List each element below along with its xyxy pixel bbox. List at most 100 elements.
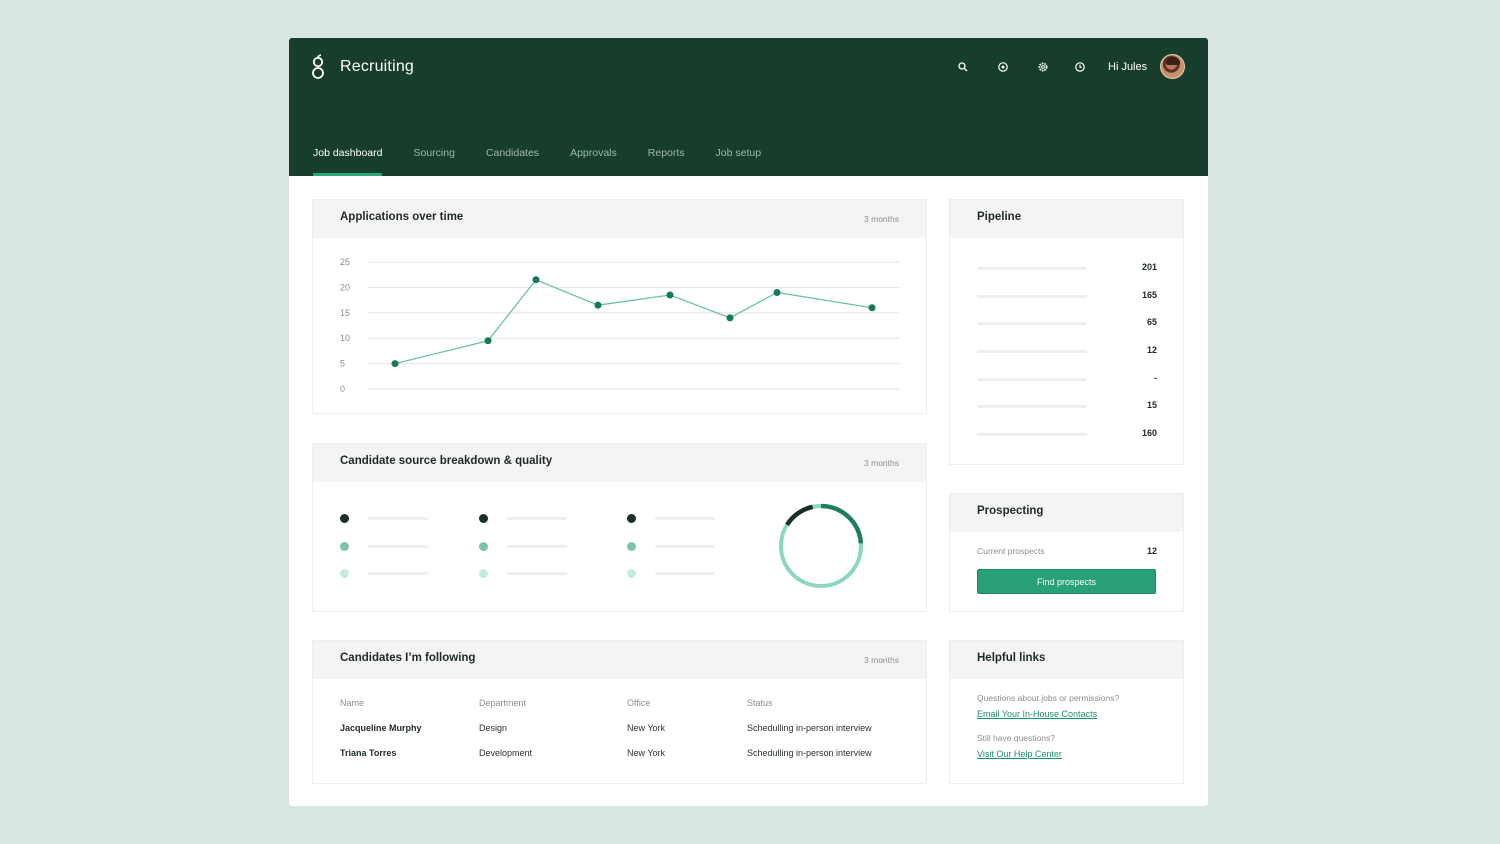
source-title: Candidate source breakdown & quality — [340, 455, 553, 467]
source-legend-dot — [627, 569, 636, 578]
source-legend-dot — [627, 514, 636, 523]
pipeline-bar — [977, 378, 1087, 381]
data-point[interactable] — [726, 314, 734, 322]
greenhouse-logo-icon — [312, 54, 324, 79]
candidate-status: Schedulling in-person interview — [747, 723, 872, 733]
clock-icon[interactable] — [1074, 61, 1086, 73]
source-legend-bar — [507, 572, 567, 575]
applications-range[interactable]: 3 months — [864, 214, 899, 224]
pipeline-value: 65 — [1146, 317, 1157, 327]
top-header: Recruiting Hi Jules Job dashboard Sourci… — [289, 38, 1208, 176]
candidate-status: Schedulling in-person interview — [747, 748, 872, 758]
source-legend-bar — [655, 545, 715, 548]
pipeline-card-header: Pipeline — [950, 200, 1183, 238]
y-tick-label: 20 — [340, 282, 350, 292]
pipeline-bar — [977, 350, 1087, 353]
following-range[interactable]: 3 months — [864, 655, 899, 665]
pipeline-value: - — [1154, 373, 1157, 383]
email-contacts-link[interactable]: Email Your In-House Contacts — [977, 709, 1097, 719]
data-point[interactable] — [868, 304, 876, 312]
candidate-office: New York — [627, 748, 666, 758]
help-center-link[interactable]: Visit Our Help Center — [977, 749, 1062, 759]
pipeline-value: 15 — [1146, 400, 1157, 410]
gear-icon[interactable] — [1037, 61, 1049, 73]
source-legend-dot — [479, 542, 488, 551]
column-header-department: Department — [479, 698, 527, 708]
helpful-links-card: Helpful links Questions about jobs or pe… — [949, 640, 1184, 784]
source-legend-dot — [340, 514, 349, 523]
data-point[interactable] — [532, 276, 540, 284]
source-legend-bar — [655, 572, 715, 575]
y-tick-label: 10 — [340, 333, 350, 343]
candidate-name-link[interactable]: Triana Torres — [340, 748, 396, 758]
app-title: Recruiting — [340, 58, 415, 75]
column-header-status: Status — [747, 698, 773, 708]
source-legend-bar — [368, 572, 428, 575]
source-card-header: Candidate source breakdown & quality 3 m… — [313, 444, 926, 482]
current-prospects-label: Current prospects — [977, 546, 1045, 556]
data-point[interactable] — [773, 288, 781, 296]
data-point[interactable] — [391, 360, 399, 368]
source-legend-bar — [368, 517, 428, 520]
pipeline-bar — [977, 405, 1087, 408]
applications-line-chart: 25 20 15 10 5 0 — [340, 257, 900, 394]
tab-candidates[interactable]: Candidates — [486, 143, 539, 176]
tab-sourcing[interactable]: Sourcing — [413, 143, 454, 176]
following-card: Candidates I’m following 3 months Name D… — [312, 640, 927, 784]
source-legend-dot — [340, 542, 349, 551]
prospecting-card-header: Prospecting — [950, 494, 1183, 532]
pipeline-bar — [977, 322, 1087, 325]
user-avatar[interactable] — [1160, 54, 1185, 79]
source-legend-dot — [479, 569, 488, 578]
tab-job-dashboard[interactable]: Job dashboard — [313, 143, 383, 176]
prospecting-title: Prospecting — [977, 505, 1044, 517]
pipeline-bar — [977, 433, 1087, 436]
pipeline-card: Pipeline 201 165 65 12 - 15 160 — [949, 199, 1184, 465]
applications-title: Applications over time — [340, 211, 464, 223]
tab-approvals[interactable]: Approvals — [570, 143, 617, 176]
target-icon[interactable] — [997, 61, 1009, 73]
pipeline-value: 12 — [1146, 345, 1157, 355]
data-point[interactable] — [666, 291, 674, 299]
pipeline-value: 165 — [1141, 290, 1157, 300]
y-tick-label: 15 — [340, 308, 350, 318]
pipeline-bar — [977, 295, 1087, 298]
app-window: Recruiting Hi Jules Job dashboard Sourci… — [289, 38, 1208, 806]
help-question-more: Still have questions? — [977, 733, 1055, 743]
search-icon[interactable] — [957, 61, 969, 73]
y-tick-label: 5 — [340, 359, 345, 369]
helpful-card-header: Helpful links — [950, 641, 1183, 679]
source-legend-dot — [340, 569, 349, 578]
data-point[interactable] — [594, 301, 602, 309]
source-legend-bar — [368, 545, 428, 548]
source-donut-chart — [778, 503, 864, 589]
find-prospects-button[interactable]: Find prospects — [977, 569, 1156, 594]
series-line — [394, 278, 873, 365]
help-question-permissions: Questions about jobs or permissions? — [977, 693, 1120, 703]
following-card-header: Candidates I’m following 3 months — [313, 641, 926, 679]
data-point[interactable] — [484, 337, 492, 345]
pipeline-title: Pipeline — [977, 211, 1022, 223]
pipeline-value: 201 — [1141, 262, 1157, 272]
source-legend-bar — [655, 517, 715, 520]
source-legend-bar — [507, 545, 567, 548]
pipeline-value: 160 — [1141, 428, 1157, 438]
source-legend-dot — [479, 514, 488, 523]
source-range[interactable]: 3 months — [864, 458, 899, 468]
source-breakdown-card: Candidate source breakdown & quality 3 m… — [312, 443, 927, 612]
tab-job-setup[interactable]: Job setup — [716, 143, 762, 176]
applications-card-header: Applications over time 3 months — [313, 200, 926, 238]
y-tick-label: 25 — [340, 257, 350, 267]
candidate-department: Design — [479, 723, 508, 733]
source-legend-bar — [507, 517, 567, 520]
main-tabs: Job dashboard Sourcing Candidates Approv… — [313, 143, 792, 176]
helpful-title: Helpful links — [977, 652, 1046, 664]
candidate-name-link[interactable]: Jacqueline Murphy — [340, 723, 422, 733]
y-tick-label: 0 — [340, 384, 345, 394]
applications-card: Applications over time 3 months 25 20 15 10… — [312, 199, 927, 414]
column-header-name: Name — [340, 698, 365, 708]
prospecting-card: Prospecting Current prospects 12 Find pr… — [949, 493, 1184, 612]
candidate-office: New York — [627, 723, 666, 733]
tab-reports[interactable]: Reports — [648, 143, 685, 176]
column-header-office: Office — [627, 698, 651, 708]
